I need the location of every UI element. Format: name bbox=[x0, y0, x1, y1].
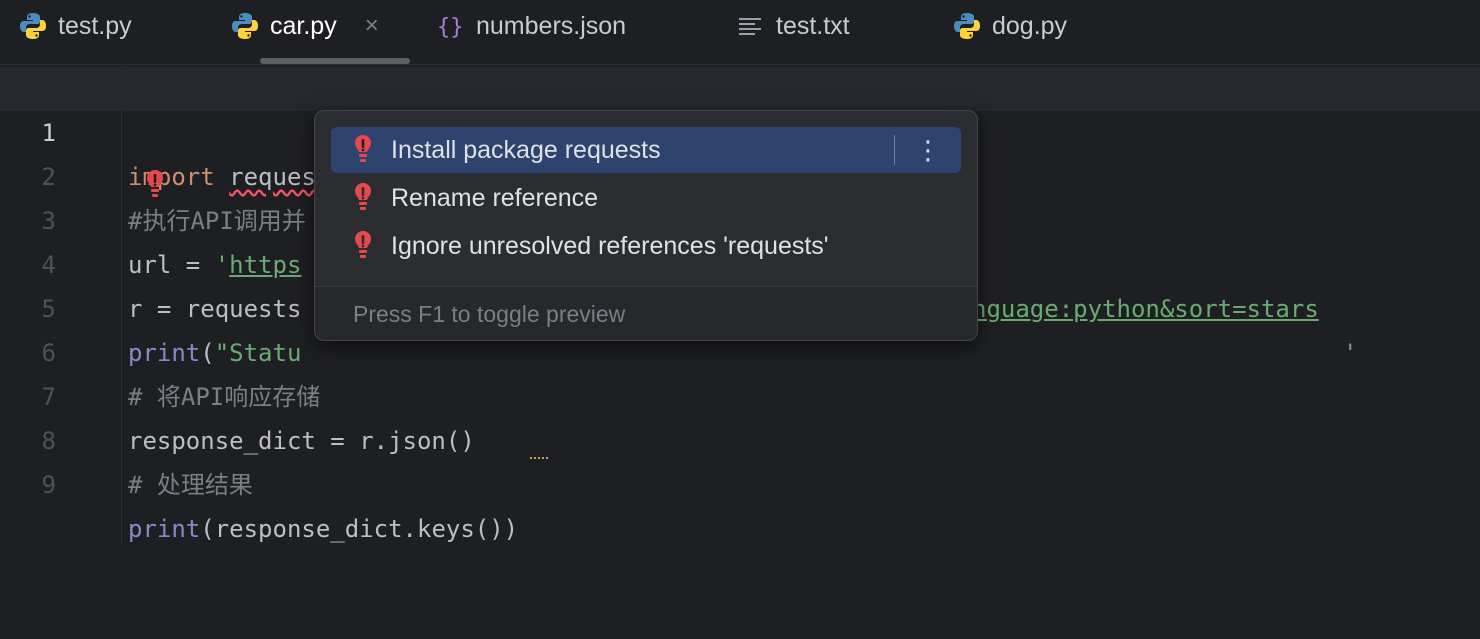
active-tab-indicator bbox=[260, 58, 410, 64]
warning-squiggle bbox=[530, 453, 548, 459]
builtin-token: print bbox=[128, 515, 201, 543]
tab-numbers-json[interactable]: {} numbers.json bbox=[436, 0, 626, 52]
code-line-9[interactable]: 9 print(response_dict.keys()) bbox=[0, 419, 1480, 543]
quick-fix-popup[interactable]: Install package requests ⋮ Rename refere… bbox=[314, 110, 978, 341]
action-label: Install package requests bbox=[391, 135, 661, 164]
python-icon bbox=[954, 13, 980, 39]
separator bbox=[894, 135, 895, 165]
comment-token: # 处理结果 bbox=[128, 471, 253, 499]
code-line-8[interactable]: 8 # 处理结果 bbox=[0, 375, 1480, 499]
tab-label: numbers.json bbox=[476, 11, 627, 40]
error-bulb-icon bbox=[355, 183, 371, 210]
more-options-icon[interactable]: ⋮ bbox=[913, 135, 943, 165]
code-line-1[interactable]: 1 import requests bbox=[0, 67, 1480, 191]
tab-label: dog.py bbox=[992, 11, 1068, 40]
line-number: 9 bbox=[41, 471, 56, 499]
error-bulb-icon bbox=[355, 231, 371, 258]
code-text: (response_dict.keys()) bbox=[200, 515, 519, 543]
tab-car-py[interactable]: car.py × bbox=[230, 0, 379, 52]
python-icon bbox=[232, 13, 258, 39]
svg-text:{}: {} bbox=[437, 15, 464, 40]
python-icon bbox=[20, 13, 46, 39]
action-rename-reference[interactable]: Rename reference bbox=[331, 175, 961, 221]
error-bulb-icon bbox=[355, 135, 371, 162]
tab-test-py[interactable]: test.py bbox=[18, 0, 132, 52]
tab-dog-py[interactable]: dog.py bbox=[952, 0, 1067, 52]
tab-label: car.py bbox=[270, 11, 337, 40]
close-tab-icon[interactable]: × bbox=[365, 12, 379, 40]
popup-footer: Press F1 to toggle preview bbox=[315, 286, 977, 340]
tab-test-txt[interactable]: test.txt bbox=[736, 0, 850, 52]
tab-label: test.txt bbox=[776, 11, 850, 40]
action-ignore-unresolved[interactable]: Ignore unresolved references 'requests' bbox=[331, 223, 961, 269]
json-braces-icon: {} bbox=[437, 15, 464, 40]
action-install-package[interactable]: Install package requests ⋮ bbox=[331, 127, 961, 173]
action-label: Ignore unresolved references 'requests' bbox=[391, 231, 829, 260]
editor-tab-bar: test.py car.py × {} numbers.json test.tx… bbox=[0, 0, 1480, 65]
action-label: Rename reference bbox=[391, 183, 599, 212]
tab-label: test.py bbox=[58, 11, 132, 40]
text-lines-icon bbox=[739, 18, 761, 35]
footer-hint: Press F1 to toggle preview bbox=[353, 300, 626, 327]
